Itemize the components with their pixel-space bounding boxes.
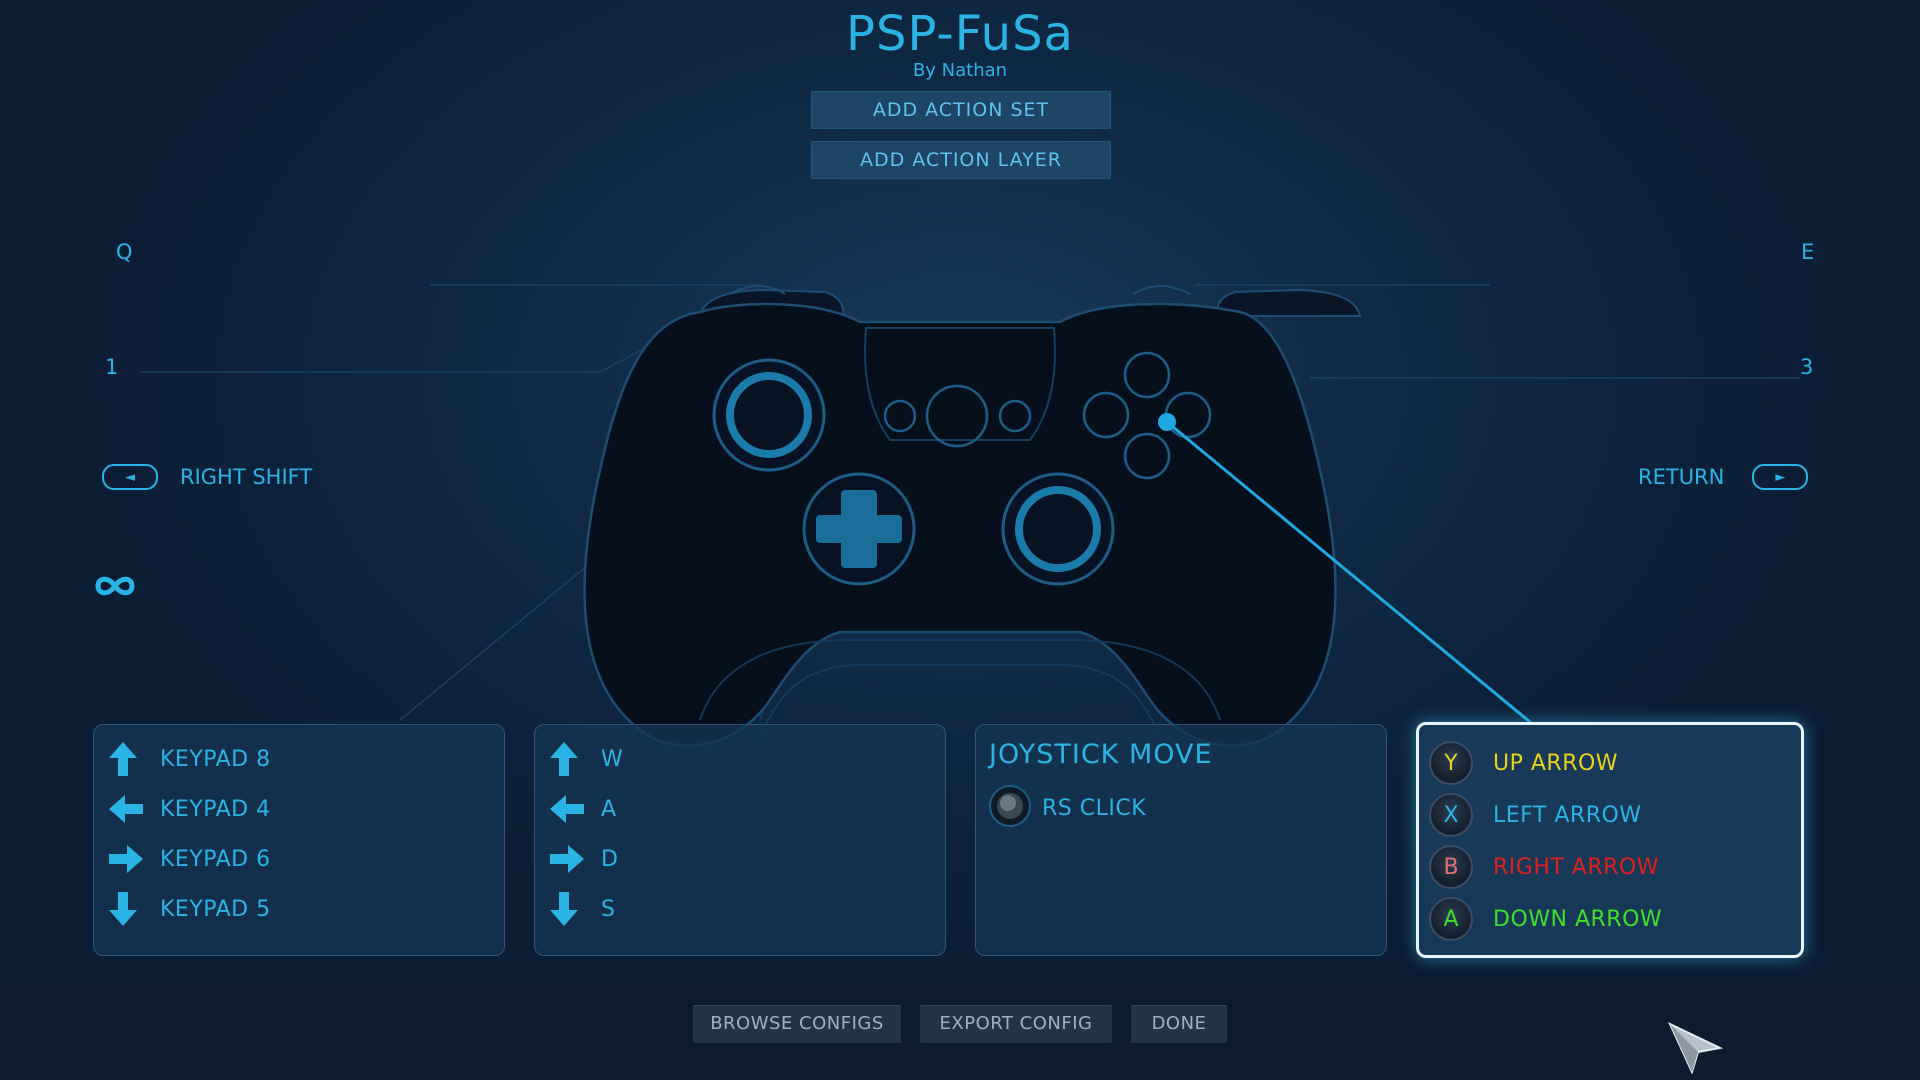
dpad-right-label: KEYPAD 6 [160, 846, 271, 872]
arrow-left-icon [549, 794, 585, 824]
ls-right-row[interactable]: D [549, 839, 618, 879]
face-y-label: UP ARROW [1493, 750, 1619, 776]
face-a-row[interactable]: A DOWN ARROW [1429, 895, 1662, 943]
right-stick-panel[interactable]: JOYSTICK MOVE RS CLICK [975, 724, 1387, 956]
arrow-up-icon [108, 741, 138, 777]
a-button-icon: A [1429, 897, 1473, 941]
right-stick-mode-title: JOYSTICK MOVE [989, 739, 1213, 770]
face-x-row[interactable]: X LEFT ARROW [1429, 791, 1642, 839]
face-buttons-panel[interactable]: Y UP ARROW X LEFT ARROW B RIGHT ARROW A … [1416, 722, 1804, 958]
ls-left-label: A [601, 796, 617, 822]
face-x-label: LEFT ARROW [1493, 802, 1642, 828]
left-trigger-binding[interactable]: Q [116, 240, 133, 264]
stick-click-icon [988, 784, 1032, 832]
mouse-cursor-icon [1668, 1022, 1724, 1074]
face-b-row[interactable]: B RIGHT ARROW [1429, 843, 1659, 891]
dpad-left-row[interactable]: KEYPAD 4 [108, 789, 271, 829]
start-button-icon: ► [1752, 464, 1809, 490]
infinity-icon[interactable] [94, 570, 136, 606]
arrow-left-icon [108, 794, 144, 824]
dpad-up-row[interactable]: KEYPAD 8 [108, 739, 271, 779]
ls-down-label: S [601, 896, 616, 922]
back-button-icon: ◄ [102, 464, 158, 490]
ls-up-row[interactable]: W [549, 739, 623, 779]
x-button-icon: X [1429, 793, 1473, 837]
ls-up-label: W [601, 746, 624, 772]
done-button[interactable]: DONE [1131, 1005, 1227, 1043]
face-b-label: RIGHT ARROW [1493, 854, 1659, 880]
right-bumper-binding[interactable]: 3 [1800, 355, 1813, 379]
b-button-icon: B [1429, 845, 1473, 889]
back-button-label: RIGHT SHIFT [180, 465, 313, 489]
dpad-down-label: KEYPAD 5 [160, 896, 271, 922]
dpad-up-label: KEYPAD 8 [160, 746, 271, 772]
browse-configs-button[interactable]: BROWSE CONFIGS [693, 1005, 901, 1043]
arrow-right-icon [549, 844, 585, 874]
start-button-binding[interactable]: RETURN ► [1638, 464, 1809, 490]
dpad-right-row[interactable]: KEYPAD 6 [108, 839, 271, 879]
back-button-binding[interactable]: ◄ RIGHT SHIFT [102, 464, 312, 490]
ls-left-row[interactable]: A [549, 789, 617, 829]
dpad-left-label: KEYPAD 4 [160, 796, 271, 822]
rs-click-label: RS CLICK [1042, 795, 1147, 821]
arrow-right-icon [108, 844, 144, 874]
ls-down-row[interactable]: S [549, 889, 615, 929]
left-bumper-binding[interactable]: 1 [105, 355, 118, 379]
dpad-down-row[interactable]: KEYPAD 5 [108, 889, 271, 929]
export-config-button[interactable]: EXPORT CONFIG [920, 1005, 1112, 1043]
face-a-label: DOWN ARROW [1493, 906, 1663, 932]
dpad-panel[interactable]: KEYPAD 8 KEYPAD 4 KEYPAD 6 KEYPAD 5 [93, 724, 505, 956]
right-trigger-binding[interactable]: E [1801, 240, 1814, 264]
rs-click-row[interactable]: RS CLICK [988, 784, 1146, 832]
y-button-icon: Y [1429, 741, 1473, 785]
arrow-down-icon [549, 891, 579, 927]
arrow-down-icon [108, 891, 138, 927]
left-stick-panel[interactable]: W A D S [534, 724, 946, 956]
arrow-up-icon [549, 741, 579, 777]
start-button-label: RETURN [1638, 465, 1725, 489]
ls-right-label: D [601, 846, 619, 872]
face-y-row[interactable]: Y UP ARROW [1429, 739, 1618, 787]
